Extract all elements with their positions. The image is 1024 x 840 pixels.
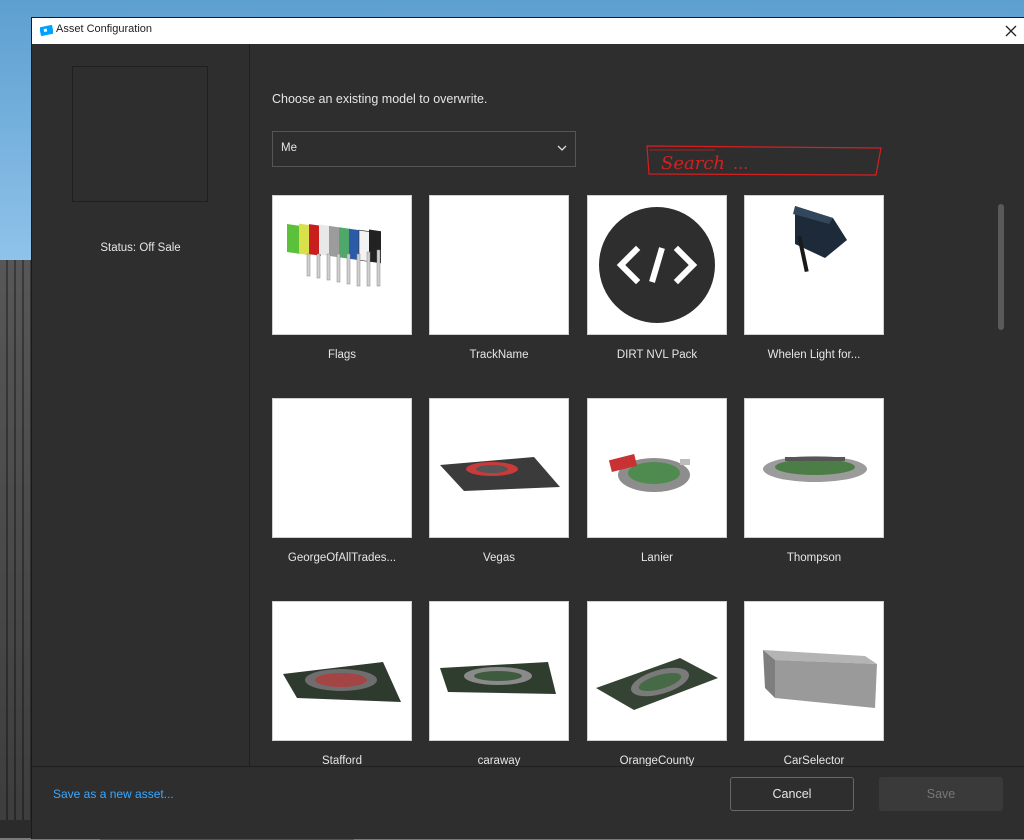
search-annotation: Search ... (646, 145, 882, 176)
asset-thumbnail-image (587, 398, 727, 538)
dialog-title: Asset Configuration (56, 23, 152, 35)
asset-thumbnail-image (587, 195, 727, 335)
thompson-thumbnail (763, 456, 867, 482)
asset-thumbnail-image (587, 601, 727, 741)
orangecounty-thumbnail (596, 658, 718, 710)
save-button[interactable]: Save (879, 777, 1003, 811)
asset-tile-flags[interactable]: Flags (272, 195, 412, 361)
asset-tile-trackname[interactable]: TrackName (429, 195, 569, 361)
overwrite-panel: Choose an existing model to overwrite. M… (250, 44, 1024, 766)
instruction-text: Choose an existing model to overwrite. (272, 92, 488, 106)
asset-tile-orangecounty[interactable]: OrangeCounty (587, 601, 727, 766)
asset-thumbnail-image (429, 195, 569, 335)
asset-name: Thompson (786, 552, 842, 564)
stafford-thumbnail (283, 662, 401, 702)
asset-name: Vegas (483, 552, 515, 564)
light-bar-thumbnail (793, 206, 847, 273)
asset-thumbnail-image (744, 601, 884, 741)
asset-tile-vegas[interactable]: Vegas (429, 398, 569, 564)
asset-thumbnail-image (429, 601, 569, 741)
asset-name: CarSelector (783, 755, 845, 766)
asset-thumbnail-image (744, 398, 884, 538)
asset-thumbnail (72, 66, 208, 202)
asset-thumbnail-image (272, 195, 412, 335)
code-icon (599, 207, 715, 323)
asset-tile-thompson[interactable]: Thompson (744, 398, 884, 564)
asset-tile-georgeofalltrades[interactable]: GeorgeOfAllTrades... (272, 398, 412, 564)
chevron-down-icon (557, 145, 567, 151)
svg-text:...: ... (733, 154, 748, 173)
asset-name: caraway (477, 755, 521, 766)
grid-scrollbar[interactable] (998, 204, 1004, 764)
asset-name: GeorgeOfAllTrades... (287, 552, 397, 564)
close-icon (1005, 25, 1017, 37)
asset-tile-dirt-nvl-pack[interactable]: DIRT NVL Pack (587, 195, 727, 361)
asset-name: TrackName (469, 349, 529, 361)
owner-dropdown-value: Me (281, 142, 297, 154)
caraway-thumbnail (440, 662, 556, 694)
asset-name: Whelen Light for... (767, 349, 861, 361)
asset-name: Flags (327, 349, 357, 361)
search-annotation-text: Search (661, 153, 725, 174)
asset-tile-carselector[interactable]: CarSelector (744, 601, 884, 766)
close-button[interactable] (998, 18, 1024, 44)
save-as-new-asset-link[interactable]: Save as a new asset... (53, 787, 174, 801)
asset-name: DIRT NVL Pack (616, 349, 698, 361)
asset-name: Lanier (641, 552, 673, 564)
lanier-thumbnail (608, 454, 690, 492)
flags-thumbnail (287, 223, 381, 287)
asset-tile-lanier[interactable]: Lanier (587, 398, 727, 564)
asset-tile-stafford[interactable]: Stafford (272, 601, 412, 766)
title-bar[interactable]: Asset Configuration (32, 18, 1024, 45)
left-panel: Status: Off Sale (32, 44, 250, 766)
asset-name: Stafford (321, 755, 363, 766)
scrollbar-thumb[interactable] (998, 204, 1004, 330)
asset-tile-whelen-light[interactable]: Whelen Light for... (744, 195, 884, 361)
asset-thumbnail-image (272, 398, 412, 538)
asset-thumbnail-image (429, 398, 569, 538)
asset-name: OrangeCounty (619, 755, 695, 766)
cancel-button[interactable]: Cancel (730, 777, 854, 811)
asset-configuration-dialog: Asset Configuration Status: Off Sale Cho… (32, 18, 1024, 839)
carselector-thumbnail (763, 650, 877, 708)
status-label: Status: Off Sale (100, 242, 181, 254)
owner-dropdown[interactable]: Me (272, 131, 576, 167)
asset-thumbnail-image (744, 195, 884, 335)
asset-thumbnail-image (272, 601, 412, 741)
asset-tile-caraway[interactable]: caraway (429, 601, 569, 766)
roblox-studio-icon (40, 24, 53, 37)
dialog-footer: Save as a new asset... Cancel Save (32, 766, 1024, 839)
vegas-thumbnail (440, 457, 560, 491)
